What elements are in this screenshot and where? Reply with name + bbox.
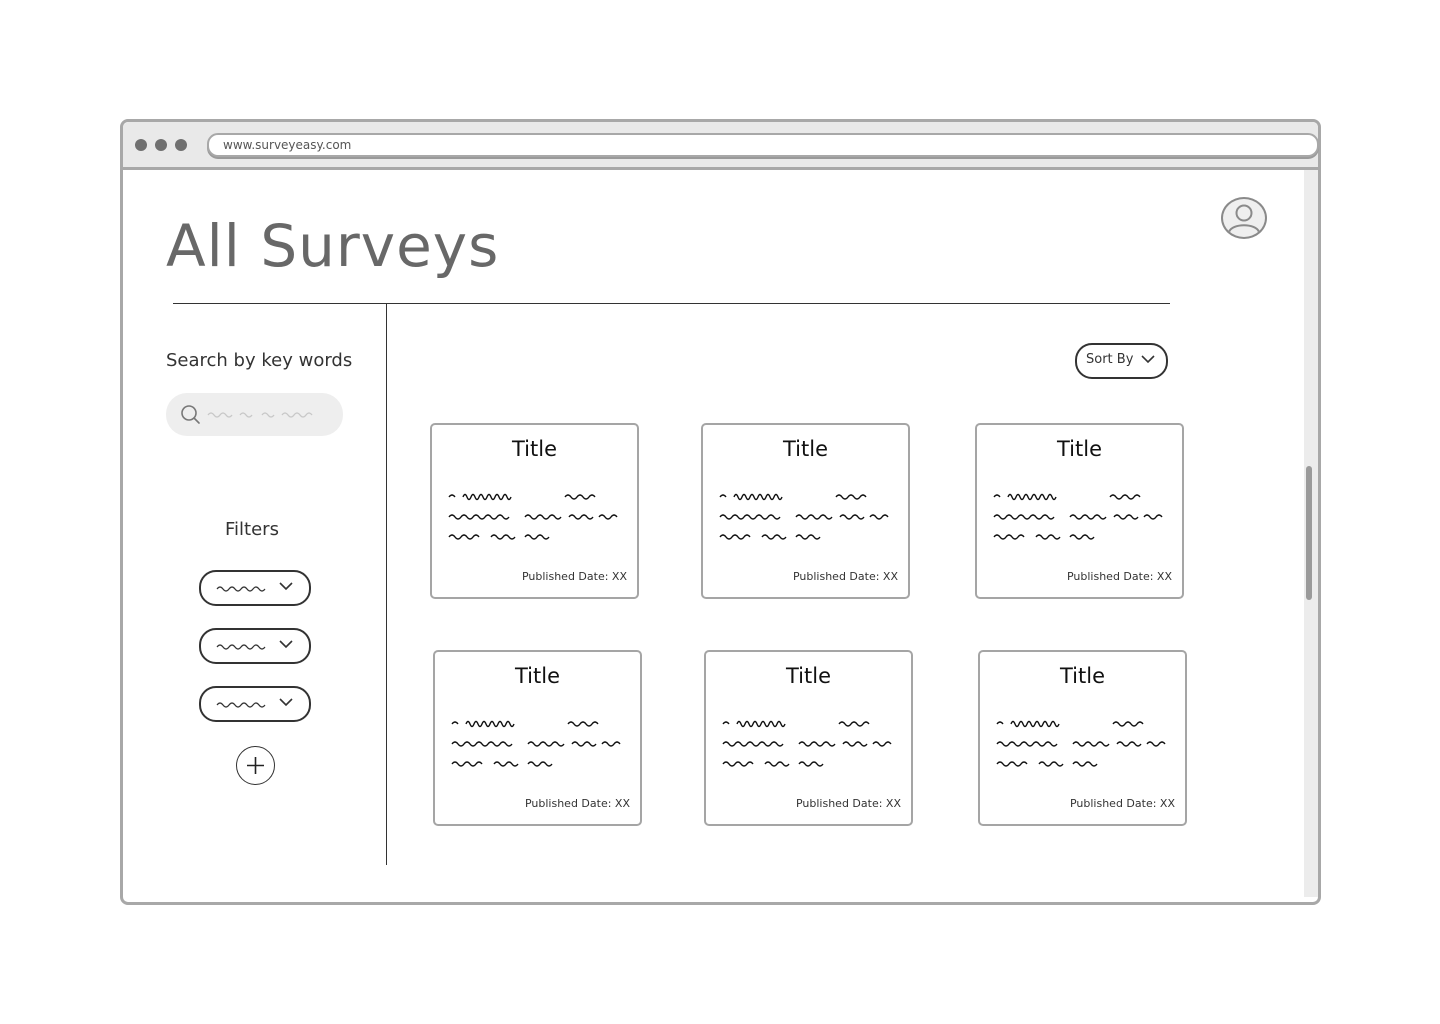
card-description-scribble bbox=[448, 493, 618, 540]
card-description-scribble bbox=[996, 720, 1166, 767]
user-avatar[interactable] bbox=[1221, 197, 1267, 239]
add-filter-button[interactable] bbox=[236, 746, 275, 785]
filter-dropdown[interactable] bbox=[199, 628, 311, 664]
filter-value-scribble bbox=[216, 644, 266, 650]
card-published-date: Published Date: XX bbox=[792, 570, 898, 583]
search-icon bbox=[181, 405, 200, 424]
card-title: Title bbox=[782, 437, 828, 461]
card-title: Title bbox=[514, 664, 560, 688]
filters-label: Filters bbox=[225, 519, 279, 540]
sort-label: Sort By bbox=[1086, 352, 1134, 367]
survey-card[interactable]: Title Published Date: XX bbox=[978, 650, 1187, 826]
search-box[interactable] bbox=[166, 393, 343, 436]
card-published-date: Published Date: XX bbox=[1069, 797, 1175, 810]
card-description-scribble bbox=[722, 720, 892, 767]
search-label: Search by key words bbox=[166, 350, 353, 371]
header-divider bbox=[173, 303, 1170, 304]
card-title: Title bbox=[785, 664, 831, 688]
browser-window: www.surveyeasy.com All Surveys Search by… bbox=[120, 119, 1321, 905]
url-bar[interactable]: www.surveyeasy.com bbox=[207, 133, 1319, 157]
window-dot-icon[interactable] bbox=[155, 139, 167, 151]
window-dot-icon[interactable] bbox=[135, 139, 147, 151]
card-title: Title bbox=[1056, 437, 1102, 461]
survey-card[interactable]: Title Published Date: XX bbox=[701, 423, 910, 599]
chevron-down-icon bbox=[279, 640, 293, 649]
sidebar-divider bbox=[386, 303, 387, 865]
card-published-date: Published Date: XX bbox=[1066, 570, 1172, 583]
card-description-scribble bbox=[719, 493, 889, 540]
card-published-date: Published Date: XX bbox=[521, 570, 627, 583]
window-dot-icon[interactable] bbox=[175, 139, 187, 151]
chevron-down-icon bbox=[1141, 355, 1155, 364]
search-placeholder-scribble bbox=[207, 412, 313, 418]
filter-value-scribble bbox=[216, 586, 266, 592]
survey-card[interactable]: Title Published Date: XX bbox=[975, 423, 1184, 599]
card-title: Title bbox=[511, 437, 557, 461]
survey-card[interactable]: Title Published Date: XX bbox=[704, 650, 913, 826]
filter-value-scribble bbox=[216, 702, 266, 708]
scrollbar-thumb[interactable] bbox=[1306, 466, 1312, 600]
card-title: Title bbox=[1059, 664, 1105, 688]
chevron-down-icon bbox=[279, 698, 293, 707]
survey-card[interactable]: Title Published Date: XX bbox=[430, 423, 639, 599]
browser-titlebar: www.surveyeasy.com bbox=[123, 122, 1319, 170]
filter-dropdown[interactable] bbox=[199, 686, 311, 722]
plus-icon bbox=[247, 757, 264, 774]
chevron-down-icon bbox=[279, 582, 293, 591]
card-description-scribble bbox=[451, 720, 621, 767]
card-published-date: Published Date: XX bbox=[524, 797, 630, 810]
filter-dropdown[interactable] bbox=[199, 570, 311, 606]
card-published-date: Published Date: XX bbox=[795, 797, 901, 810]
page-title: All Surveys bbox=[166, 212, 500, 280]
user-icon bbox=[1228, 204, 1260, 233]
survey-card[interactable]: Title Published Date: XX bbox=[433, 650, 642, 826]
sort-dropdown[interactable]: Sort By bbox=[1075, 343, 1168, 379]
card-description-scribble bbox=[993, 493, 1163, 540]
